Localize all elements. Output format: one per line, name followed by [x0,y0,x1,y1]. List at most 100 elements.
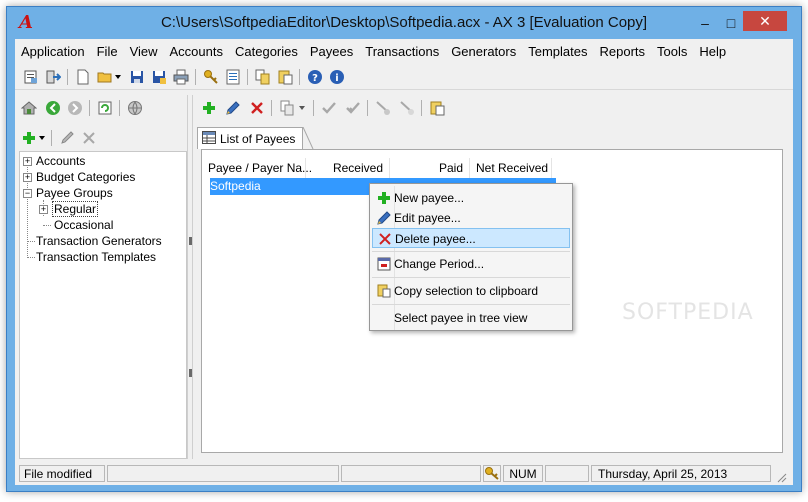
info-icon[interactable]: i [327,67,347,87]
menu-new-payee[interactable]: New payee... [372,188,570,208]
tree-item-accounts[interactable]: Accounts [36,153,85,169]
tab-tail [303,127,314,149]
open-dropdown-icon[interactable] [113,67,123,87]
menu-help[interactable]: Help [693,41,732,63]
home-icon[interactable] [19,98,39,118]
window-title: C:\Users\SoftpediaEditor\Desktop\Softped… [160,14,648,31]
open-folder-icon[interactable] [95,67,115,87]
menu-categories[interactable]: Categories [229,41,304,63]
clipboard-icon[interactable] [427,98,447,118]
payee-toolbar [193,95,793,121]
tree-edit-toolbar [15,125,187,151]
menu-select-in-tree[interactable]: Select payee in tree view [372,308,570,328]
copy-icon[interactable] [253,67,273,87]
expand-regular-icon[interactable]: + [39,205,48,214]
expand-accounts-icon[interactable]: + [23,157,32,166]
filter-clear-icon[interactable] [397,98,417,118]
menu-payees[interactable]: Payees [304,41,359,63]
collapse-payee-groups-icon[interactable]: − [23,189,32,198]
close-button[interactable]: ✕ [743,11,787,31]
column-received[interactable]: Received [306,158,390,178]
menu-change-period[interactable]: Change Period... [372,254,570,274]
menu-reports[interactable]: Reports [593,41,651,63]
menu-transactions[interactable]: Transactions [359,41,445,63]
svg-text:?: ? [312,73,318,84]
watermark: SOFTPEDIA [622,300,754,325]
tree-item-transaction-templates[interactable]: Transaction Templates [36,249,156,265]
menu-application[interactable]: Application [15,41,91,63]
edit-pen-disabled-icon[interactable] [57,128,77,148]
tree-item-occasional[interactable]: Occasional [54,217,113,233]
copy-payee-icon[interactable] [277,98,297,118]
title-bar[interactable]: A C:\Users\SoftpediaEditor\Desktop\Softp… [7,7,801,39]
copy-dropdown-icon[interactable] [297,98,307,118]
check-icon[interactable] [319,98,339,118]
paste-icon[interactable] [275,67,295,87]
menu-bar: Application File View Accounts Categorie… [15,41,793,63]
expand-budget-categories-icon[interactable]: + [23,173,32,182]
menu-delete-payee[interactable]: Delete payee... [372,228,570,248]
table-icon [202,130,216,147]
tab-strip: List of Payees [193,125,793,149]
column-payee[interactable]: Payee / Payer Na... [202,158,312,178]
tab-list-of-payees[interactable]: List of Payees [197,127,303,149]
save-as-icon[interactable] [149,67,169,87]
tree-item-regular[interactable]: Regular [52,201,99,217]
delete-disabled-icon[interactable] [79,128,99,148]
new-file-icon[interactable] [73,67,93,87]
menu-edit-payee[interactable]: Edit payee... [372,208,570,228]
status-bar: File modified NUM Thursday, April 25, 20… [15,463,793,483]
back-icon[interactable] [43,98,63,118]
refresh-icon[interactable] [95,98,115,118]
globe-icon[interactable] [125,98,145,118]
list-view-icon[interactable] [223,67,243,87]
exit-icon[interactable] [43,67,63,87]
edit-payee-icon[interactable] [223,98,243,118]
list-header: Payee / Payer Na... Received Paid Net Re… [202,158,782,178]
menu-tools[interactable]: Tools [651,41,693,63]
maximize-button[interactable]: □ [719,13,743,33]
add-payee-icon[interactable] [199,98,219,118]
menu-accounts[interactable]: Accounts [164,41,229,63]
pen-icon [376,210,392,226]
pane-splitter[interactable] [187,95,193,459]
menu-file[interactable]: File [91,41,124,63]
status-panel-2 [107,465,339,482]
tree-view[interactable]: + Accounts + Budget Categories − Payee G… [19,151,187,459]
menu-view[interactable]: View [124,41,164,63]
plus-icon [376,190,392,206]
column-net-received[interactable]: Net Received [470,158,552,178]
forward-icon[interactable] [65,98,85,118]
menu-templates[interactable]: Templates [522,41,593,63]
client-area: Application File View Accounts Categorie… [15,39,793,485]
app-window: A C:\Users\SoftpediaEditor\Desktop\Softp… [6,6,802,492]
payee-cell: Softpedia [210,179,261,193]
minimize-button[interactable]: – [693,13,717,33]
column-paid[interactable]: Paid [390,158,470,178]
resize-grip-icon[interactable] [775,471,787,486]
tree-item-transaction-generators[interactable]: Transaction Generators [36,233,162,249]
menu-generators[interactable]: Generators [445,41,522,63]
help-icon[interactable]: ? [305,67,325,87]
filter-icon[interactable] [373,98,393,118]
print-icon[interactable] [171,67,191,87]
tab-label: List of Payees [220,131,296,146]
context-menu: New payee... Edit payee... Delete payee.… [369,183,573,331]
tree-item-budget-categories[interactable]: Budget Categories [36,169,135,185]
add-icon[interactable] [19,128,39,148]
status-panel-3 [341,465,481,482]
cross-icon [377,231,393,247]
clipboard-copy-icon [376,283,392,299]
check-all-icon[interactable] [343,98,363,118]
status-date: Thursday, April 25, 2013 [591,465,771,482]
add-dropdown-icon[interactable] [37,128,47,148]
main-toolbar: ? i [15,64,793,90]
properties-icon[interactable] [21,67,41,87]
status-num: NUM [503,465,543,482]
save-icon[interactable] [127,67,147,87]
delete-payee-icon[interactable] [247,98,267,118]
status-file-modified: File modified [19,465,105,482]
menu-copy-selection[interactable]: Copy selection to clipboard [372,281,570,301]
key-icon[interactable] [201,67,221,87]
tree-item-payee-groups[interactable]: Payee Groups [36,185,113,201]
